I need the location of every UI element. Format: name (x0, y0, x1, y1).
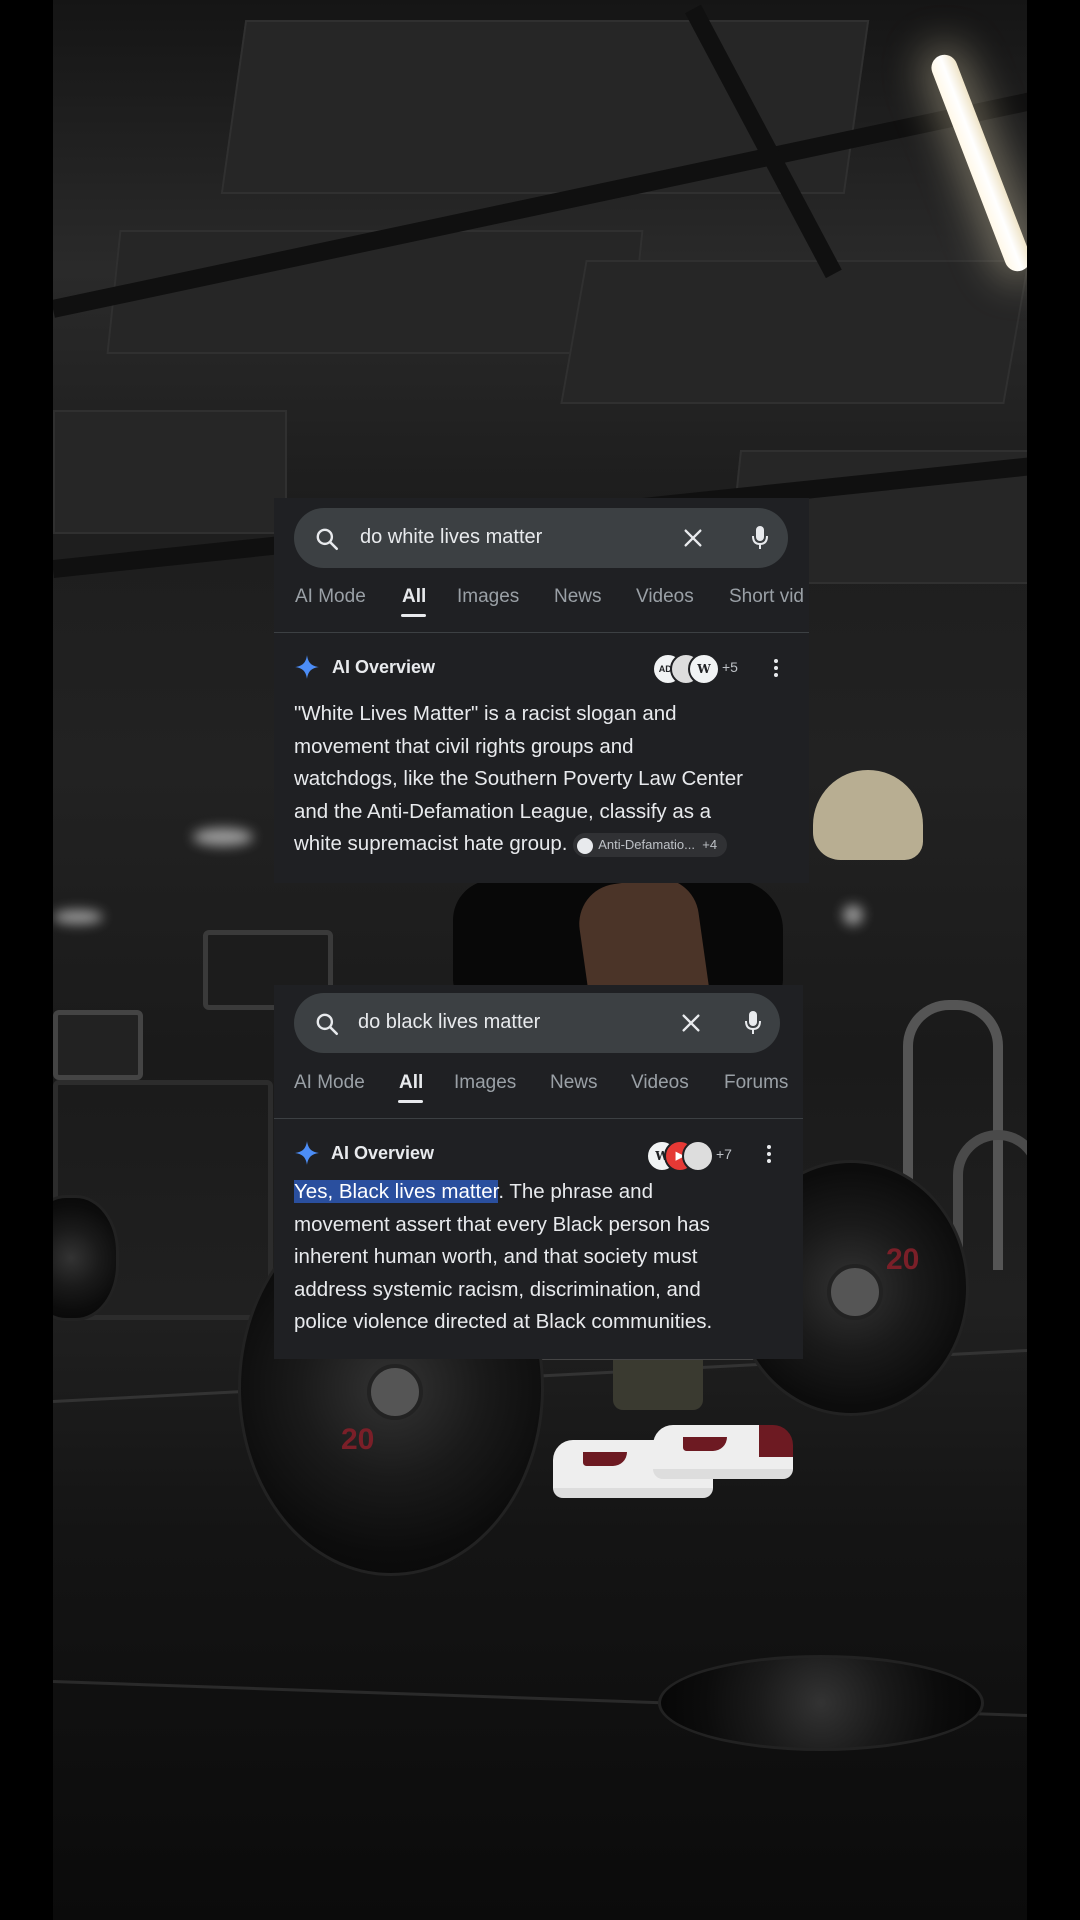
citation-label: Anti-Defamatio... (598, 836, 696, 852)
tab-images[interactable]: Images (457, 586, 519, 608)
overview-line-last: white supremacist hate group. Anti-Defam… (294, 828, 799, 861)
search-icon (316, 1013, 339, 1036)
tab-short-videos[interactable]: Short vid (729, 586, 804, 608)
mic-icon[interactable] (743, 1009, 763, 1037)
search-result-panel-white: do white lives matter AI Mode All Images… (274, 498, 809, 883)
tab-ai-mode[interactable]: AI Mode (295, 586, 366, 608)
sparkle-icon (295, 655, 319, 679)
overview-line: watchdogs, like the Southern Poverty Law… (294, 767, 743, 791)
ai-overview-text: Yes, Black lives matter. The phrase and … (294, 1176, 794, 1339)
highlighted-answer: Yes, Black lives matter (294, 1180, 499, 1203)
sneaker (653, 1425, 793, 1479)
ceiling-panel (560, 260, 1027, 404)
source-favicons[interactable]: ADL W +5 (652, 653, 752, 685)
search-bar[interactable]: do black lives matter (294, 993, 780, 1053)
tv-screen (53, 1010, 143, 1080)
overview-line: white supremacist hate group. (294, 832, 568, 856)
tab-all[interactable]: All (402, 586, 426, 608)
tab-videos[interactable]: Videos (636, 586, 694, 608)
overview-line: "White Lives Matter" is a racist slogan … (294, 702, 677, 725)
divider (274, 632, 809, 633)
overview-line: police violence directed at Black commun… (294, 1310, 713, 1334)
active-tab-indicator (398, 1100, 423, 1103)
gym-background-image: 20 20 (53, 0, 1027, 1920)
search-input[interactable]: do black lives matter (358, 1011, 540, 1034)
citation-chip[interactable]: Anti-Defamatio... +4 (573, 832, 728, 857)
person-cap (813, 770, 923, 860)
ceiling-light (53, 910, 103, 924)
tab-news[interactable]: News (554, 586, 602, 608)
more-options-icon[interactable] (766, 1145, 772, 1166)
close-icon[interactable] (682, 527, 704, 549)
source-favicons[interactable]: W ▶ +7 (646, 1140, 746, 1172)
overview-line: and the Anti-Defamation League, classify… (294, 799, 712, 823)
ceiling-panel (53, 410, 287, 534)
citation-count: +4 (702, 836, 718, 852)
ai-overview-title: AI Overview (332, 657, 436, 677)
mic-icon[interactable] (750, 524, 770, 552)
source-favicon (577, 837, 594, 854)
overview-line: . The phrase and (498, 1180, 653, 1203)
overview-line: movement that civil rights groups and (294, 734, 634, 758)
tab-ai-mode[interactable]: AI Mode (294, 1072, 365, 1094)
ceiling-light (193, 828, 253, 846)
search-bar[interactable]: do white lives matter (294, 508, 788, 568)
tab-videos[interactable]: Videos (631, 1072, 689, 1094)
search-icon (316, 528, 339, 551)
search-input[interactable]: do white lives matter (360, 526, 542, 549)
tab-news[interactable]: News (550, 1072, 598, 1094)
search-tabs: AI Mode All Images News Videos Short vid (274, 586, 809, 616)
search-tabs: AI Mode All Images News Videos Forums (274, 1072, 803, 1102)
sources-count: +7 (716, 1146, 732, 1162)
overview-line: address systemic racism, discrimination,… (294, 1277, 701, 1301)
ceiling-light (927, 50, 1027, 276)
overview-line: inherent human worth, and that society m… (294, 1245, 698, 1269)
tab-forums[interactable]: Forums (724, 1072, 788, 1094)
ai-overview-title: AI Overview (331, 1143, 435, 1163)
source-favicon (682, 1140, 714, 1172)
sparkle-icon (295, 1141, 319, 1165)
more-options-icon[interactable] (773, 659, 779, 680)
wikipedia-favicon: W (688, 653, 720, 685)
active-tab-indicator (401, 614, 426, 617)
weight-plate-on-floor (658, 1655, 984, 1751)
search-result-panel-black: do black lives matter AI Mode All Images… (274, 985, 803, 1359)
tab-all[interactable]: All (399, 1072, 423, 1094)
divider (274, 1118, 803, 1119)
ceiling-light (843, 905, 863, 925)
sources-count: +5 (722, 659, 738, 675)
close-icon[interactable] (680, 1012, 702, 1034)
ai-overview-text: "White Lives Matter" is a racist slogan … (294, 698, 799, 861)
tab-images[interactable]: Images (454, 1072, 516, 1094)
overview-line: movement assert that every Black person … (294, 1212, 710, 1236)
overview-line-first: Yes, Black lives matter. The phrase and (294, 1176, 794, 1209)
